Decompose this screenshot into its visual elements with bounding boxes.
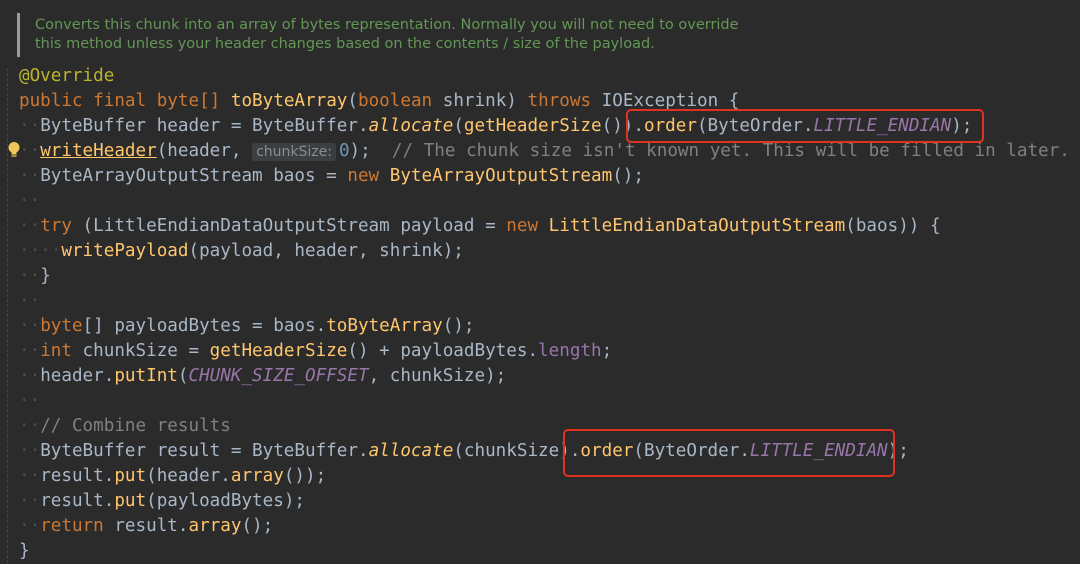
code-line-12[interactable]: ··int chunkSize = getHeaderSize() + payl… (19, 339, 612, 364)
code-token: length (538, 341, 602, 361)
code-token: [] payloadBytes = baos. (82, 316, 327, 336)
javadoc-bar (17, 13, 20, 57)
override-annotation: @Override (19, 66, 115, 86)
code-token: (header. (146, 466, 231, 486)
code-line-5[interactable]: ··ByteArrayOutputStream baos = new ByteA… (19, 164, 644, 189)
code-line-19[interactable]: ··return result.array(); (19, 514, 273, 539)
code-token: put (114, 466, 147, 486)
javadoc-line-2: this method unless your header changes b… (35, 36, 655, 52)
code-token: (); (442, 316, 475, 336)
code-token: toByteArray (326, 316, 443, 336)
code-token: (); (241, 516, 274, 536)
code-token: // Combine results (40, 416, 231, 436)
code-token: getHeaderSize (209, 341, 348, 361)
code-token: allocate (368, 441, 454, 461)
code-line-14[interactable]: ·· (19, 389, 40, 414)
code-token: result. (40, 466, 115, 486)
code-token: , chunkSize); (368, 366, 507, 386)
code-token: writePayload (61, 241, 189, 261)
code-token: byte (40, 316, 83, 336)
code-token: ( (453, 116, 464, 136)
code-token: (payloadBytes); (146, 491, 306, 511)
exception-type: IOException { (591, 91, 740, 111)
code-token: new (506, 216, 539, 236)
javadoc-line-1: Converts this chunk into an array of byt… (35, 17, 739, 33)
code-token: (LittleEndianDataOutputStream payload = (71, 216, 507, 236)
code-token: (); (612, 166, 644, 186)
code-line-13[interactable]: ··header.putInt(CHUNK_SIZE_OFFSET, chunk… (19, 364, 506, 389)
code-token: result. (40, 491, 115, 511)
code-token: () + payloadBytes. (347, 341, 539, 361)
javadoc-text: Converts this chunk into an array of byt… (35, 16, 739, 54)
code-token: result. (103, 516, 189, 536)
param-type: boolean (357, 91, 433, 111)
parameter-hint: chunkSize: (252, 143, 336, 161)
code-token: (header, (156, 141, 253, 161)
code-token: array (188, 516, 242, 536)
code-token: putInt (114, 366, 178, 386)
paren: ( (347, 91, 358, 111)
code-line-17[interactable]: ··result.put(header.array()); (19, 464, 326, 489)
code-line-18[interactable]: ··result.put(payloadBytes); (19, 489, 305, 514)
code-token: (baos)) { (845, 216, 941, 236)
param-name: shrink) (432, 91, 528, 111)
code-token: ()); (283, 466, 327, 486)
code-line-15[interactable]: ··// Combine results (19, 414, 231, 439)
code-token: ByteArrayOutputStream baos = (40, 166, 348, 186)
code-token: array (230, 466, 284, 486)
code-token: return (40, 516, 104, 536)
code-line-11[interactable]: ··byte[] payloadBytes = baos.toByteArray… (19, 314, 475, 339)
code-token: } (40, 266, 51, 286)
method-modifiers: public final byte[] (19, 91, 221, 111)
throws-keyword: throws (527, 91, 592, 111)
code-token: int (40, 341, 72, 361)
highlight-box-2 (563, 429, 895, 477)
javadoc-block: Converts this chunk into an array of byt… (0, 0, 1080, 62)
code-token: ; (601, 341, 613, 361)
code-token: allocate (368, 116, 454, 136)
code-token: header. (40, 366, 115, 386)
code-token: ByteBuffer header = ByteBuffer. (40, 116, 369, 136)
code-token: CHUNK_SIZE_OFFSET (188, 366, 369, 386)
code-token: LittleEndianDataOutputStream (538, 216, 846, 236)
code-token: chunkSize = (71, 341, 210, 361)
code-token: // The chunk size isn't known yet. This … (391, 141, 1070, 161)
code-token: new (347, 166, 380, 186)
code-token: writeHeader (40, 141, 157, 161)
code-line-10[interactable]: ·· (19, 289, 40, 314)
code-line-20[interactable]: } (19, 539, 30, 564)
code-token: ); (349, 141, 392, 161)
code-line-8[interactable]: ····writePayload(payload, header, shrink… (19, 239, 464, 264)
highlight-box-1 (626, 109, 984, 143)
code-line-1[interactable]: @Override (19, 64, 114, 89)
code-line-9[interactable]: ··} (19, 264, 51, 289)
code-token: ByteArrayOutputStream (379, 166, 613, 186)
code-token: 0 (338, 141, 350, 161)
code-line-6[interactable]: ·· (19, 189, 40, 214)
code-token: try (40, 216, 72, 236)
code-token: ByteBuffer result = ByteBuffer. (40, 441, 369, 461)
code-token: } (19, 541, 30, 561)
code-line-7[interactable]: ··try (LittleEndianDataOutputStream payl… (19, 214, 941, 239)
code-token: put (114, 491, 147, 511)
code-token: getHeaderSize (463, 116, 602, 136)
method-name: toByteArray (230, 91, 348, 111)
code-token: (chunkSize). (453, 441, 581, 461)
code-token: ( (177, 366, 189, 386)
code-token: (payload, header, shrink); (188, 241, 464, 261)
